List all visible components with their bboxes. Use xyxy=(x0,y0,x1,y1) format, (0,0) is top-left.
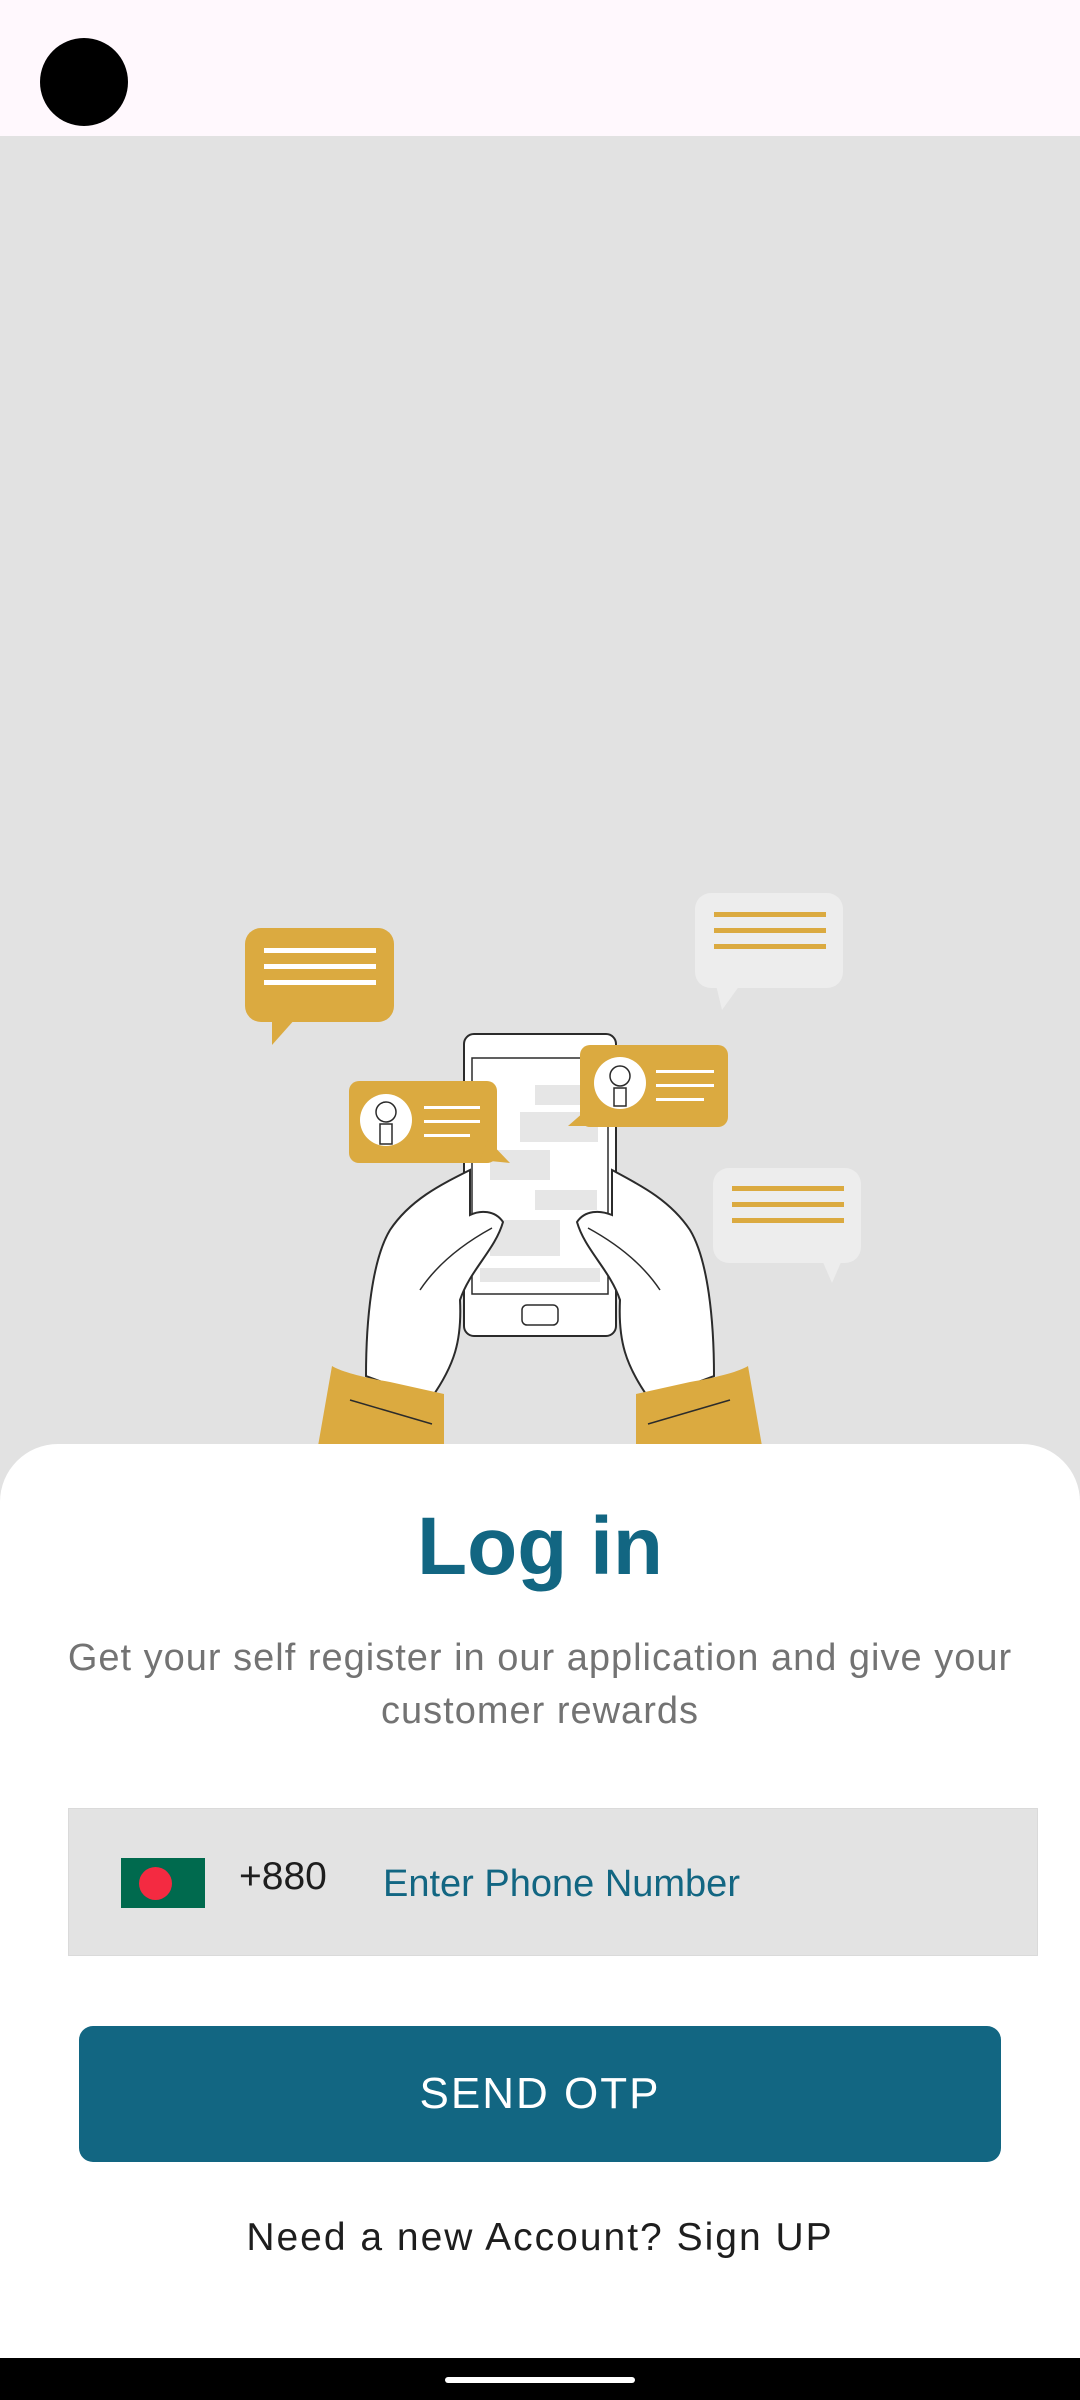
send-otp-button[interactable]: SEND OTP xyxy=(79,2026,1001,2162)
status-bar xyxy=(0,0,1080,136)
phone-chat-illustration-icon xyxy=(245,893,861,1446)
chat-bubble-icon xyxy=(713,1168,861,1283)
signup-prompt-text: Need a new Account? xyxy=(246,2216,664,2259)
navigation-bar xyxy=(0,2358,1080,2400)
page-title: Log in xyxy=(417,1501,663,1592)
country-code[interactable]: +880 xyxy=(239,1855,327,1899)
chat-bubble-icon xyxy=(349,1081,510,1163)
chat-bubble-icon xyxy=(695,893,843,1010)
signup-link[interactable]: Sign UP xyxy=(677,2216,834,2259)
phone-number-input[interactable] xyxy=(383,1853,983,1915)
camera-cutout xyxy=(40,38,128,126)
home-indicator[interactable] xyxy=(445,2377,635,2383)
bangladesh-flag-icon[interactable] xyxy=(121,1858,205,1908)
hero-illustration xyxy=(0,136,1080,1446)
phone-number-field[interactable]: +880 xyxy=(68,1808,1038,1956)
page-subtitle: Get your self register in our applicatio… xyxy=(67,1637,1013,1732)
signup-prompt: Need a new Account? Sign UP xyxy=(0,2216,1080,2260)
chat-bubble-icon xyxy=(568,1045,728,1127)
flag-circle xyxy=(139,1867,172,1900)
chat-bubble-icon xyxy=(245,928,394,1045)
